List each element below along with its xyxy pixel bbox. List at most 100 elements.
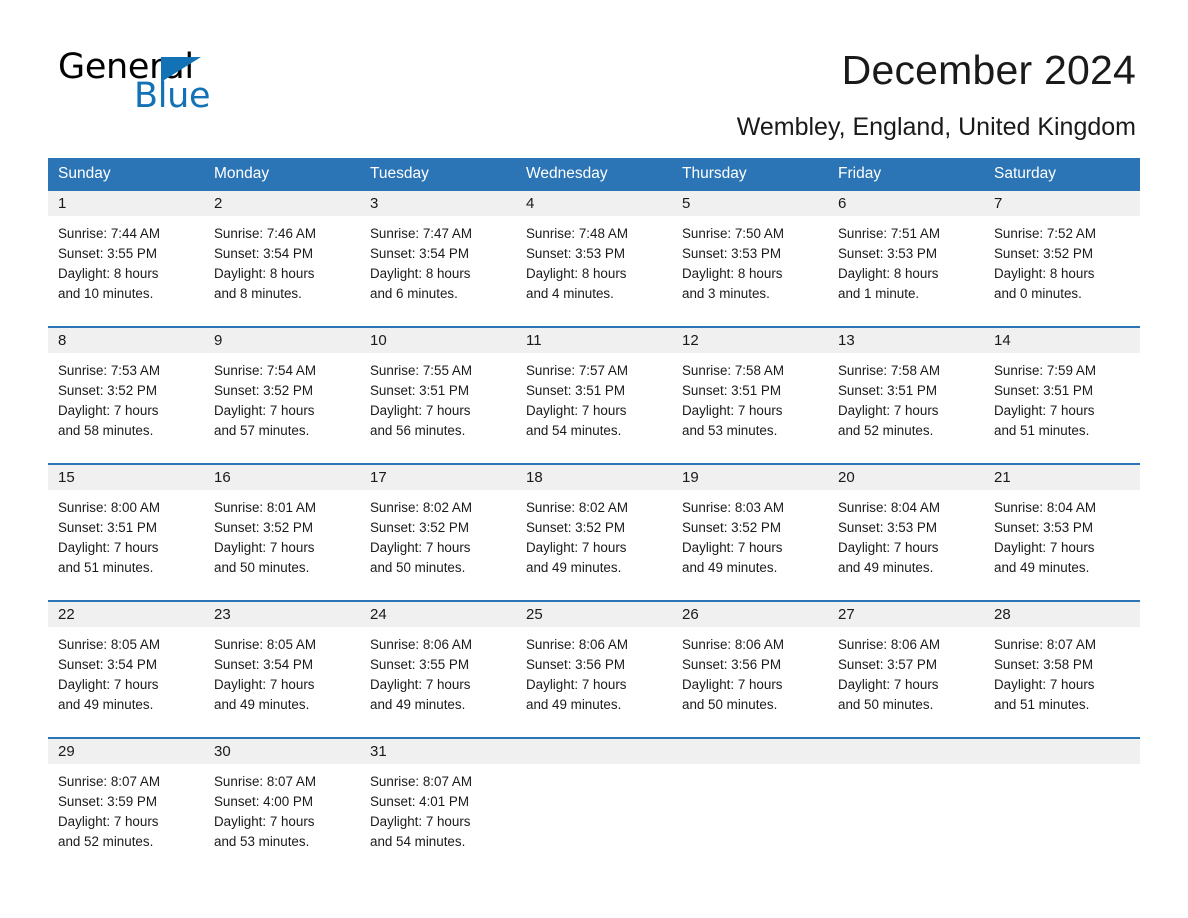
- sunrise-line: Sunrise: 8:06 AM: [838, 637, 940, 652]
- sunrise-line: Sunrise: 7:47 AM: [370, 226, 472, 241]
- day-cell[interactable]: Sunrise: 7:58 AM Sunset: 3:51 PM Dayligh…: [828, 353, 984, 463]
- day-number[interactable]: 6: [828, 191, 984, 216]
- weekday-saturday: Saturday: [994, 165, 1057, 182]
- day-cell[interactable]: Sunrise: 7:53 AM Sunset: 3:52 PM Dayligh…: [48, 353, 204, 463]
- day-cell[interactable]: Sunrise: 7:57 AM Sunset: 3:51 PM Dayligh…: [516, 353, 672, 463]
- day-cell[interactable]: Sunrise: 7:55 AM Sunset: 3:51 PM Dayligh…: [360, 353, 516, 463]
- daylight-line-1: Daylight: 7 hours: [214, 814, 315, 829]
- day-cell[interactable]: Sunrise: 8:02 AM Sunset: 3:52 PM Dayligh…: [516, 490, 672, 600]
- day-number[interactable]: 4: [516, 191, 672, 216]
- day-cell[interactable]: Sunrise: 7:52 AM Sunset: 3:52 PM Dayligh…: [984, 216, 1140, 326]
- day-number[interactable]: 8: [48, 328, 204, 353]
- day-number[interactable]: 13: [828, 328, 984, 353]
- day-cell[interactable]: Sunrise: 8:07 AM Sunset: 4:00 PM Dayligh…: [204, 764, 360, 876]
- day-number[interactable]: 11: [516, 328, 672, 353]
- day-number[interactable]: 15: [48, 465, 204, 490]
- daylight-line-2: and 58 minutes.: [58, 423, 154, 438]
- weekday-monday: Monday: [214, 165, 270, 182]
- day-cell[interactable]: Sunrise: 8:05 AM Sunset: 3:54 PM Dayligh…: [48, 627, 204, 737]
- day-cell[interactable]: Sunrise: 7:47 AM Sunset: 3:54 PM Dayligh…: [360, 216, 516, 326]
- daylight-line-1: Daylight: 7 hours: [682, 403, 783, 418]
- day-cell[interactable]: Sunrise: 8:05 AM Sunset: 3:54 PM Dayligh…: [204, 627, 360, 737]
- day-number[interactable]: 22: [48, 602, 204, 627]
- day-cell[interactable]: Sunrise: 8:04 AM Sunset: 3:53 PM Dayligh…: [984, 490, 1140, 600]
- day-cell[interactable]: Sunrise: 8:06 AM Sunset: 3:57 PM Dayligh…: [828, 627, 984, 737]
- daylight-line-2: and 6 minutes.: [370, 286, 458, 301]
- day-number[interactable]: 31: [360, 739, 516, 764]
- day-number[interactable]: 20: [828, 465, 984, 490]
- sunset-line: Sunset: 3:54 PM: [214, 657, 313, 672]
- day-cell[interactable]: Sunrise: 8:07 AM Sunset: 3:59 PM Dayligh…: [48, 764, 204, 876]
- day-number-empty: [828, 739, 984, 764]
- weekday-friday: Friday: [838, 165, 882, 182]
- daylight-line-2: and 49 minutes.: [526, 697, 622, 712]
- page-header: General Blue December 2024 Wembley, Engl…: [48, 0, 1140, 142]
- day-number[interactable]: 25: [516, 602, 672, 627]
- day-number[interactable]: 5: [672, 191, 828, 216]
- day-cell[interactable]: Sunrise: 8:06 AM Sunset: 3:56 PM Dayligh…: [516, 627, 672, 737]
- day-number[interactable]: 14: [984, 328, 1140, 353]
- day-cell-empty: [672, 764, 828, 876]
- day-number[interactable]: 30: [204, 739, 360, 764]
- daylight-line-1: Daylight: 8 hours: [682, 266, 783, 281]
- day-cell[interactable]: Sunrise: 7:48 AM Sunset: 3:53 PM Dayligh…: [516, 216, 672, 326]
- day-cell[interactable]: Sunrise: 8:07 AM Sunset: 3:58 PM Dayligh…: [984, 627, 1140, 737]
- sunset-line: Sunset: 3:51 PM: [526, 383, 625, 398]
- day-cell[interactable]: Sunrise: 8:02 AM Sunset: 3:52 PM Dayligh…: [360, 490, 516, 600]
- weekday-wednesday: Wednesday: [526, 165, 608, 182]
- page-subtitle: Wembley, England, United Kingdom: [736, 113, 1136, 141]
- day-number[interactable]: 18: [516, 465, 672, 490]
- day-cell[interactable]: Sunrise: 8:06 AM Sunset: 3:56 PM Dayligh…: [672, 627, 828, 737]
- day-number[interactable]: 29: [48, 739, 204, 764]
- daylight-line-2: and 50 minutes.: [838, 697, 934, 712]
- day-number[interactable]: 2: [204, 191, 360, 216]
- day-cell[interactable]: Sunrise: 8:04 AM Sunset: 3:53 PM Dayligh…: [828, 490, 984, 600]
- daylight-line-1: Daylight: 7 hours: [526, 403, 627, 418]
- sunset-line: Sunset: 3:53 PM: [994, 520, 1093, 535]
- day-cell[interactable]: Sunrise: 7:54 AM Sunset: 3:52 PM Dayligh…: [204, 353, 360, 463]
- day-cell[interactable]: Sunrise: 8:01 AM Sunset: 3:52 PM Dayligh…: [204, 490, 360, 600]
- day-number[interactable]: 21: [984, 465, 1140, 490]
- day-cell[interactable]: Sunrise: 8:00 AM Sunset: 3:51 PM Dayligh…: [48, 490, 204, 600]
- day-cell[interactable]: Sunrise: 8:03 AM Sunset: 3:52 PM Dayligh…: [672, 490, 828, 600]
- sunrise-line: Sunrise: 7:58 AM: [682, 363, 784, 378]
- daylight-line-2: and 57 minutes.: [214, 423, 310, 438]
- day-cell[interactable]: Sunrise: 7:51 AM Sunset: 3:53 PM Dayligh…: [828, 216, 984, 326]
- day-cell[interactable]: Sunrise: 7:59 AM Sunset: 3:51 PM Dayligh…: [984, 353, 1140, 463]
- day-cell[interactable]: Sunrise: 8:07 AM Sunset: 4:01 PM Dayligh…: [360, 764, 516, 876]
- day-number[interactable]: 23: [204, 602, 360, 627]
- day-number[interactable]: 12: [672, 328, 828, 353]
- day-number[interactable]: 1: [48, 191, 204, 216]
- day-cell[interactable]: Sunrise: 7:44 AM Sunset: 3:55 PM Dayligh…: [48, 216, 204, 326]
- sunrise-line: Sunrise: 8:01 AM: [214, 500, 316, 515]
- sunset-line: Sunset: 3:52 PM: [526, 520, 625, 535]
- day-number[interactable]: 10: [360, 328, 516, 353]
- day-cell[interactable]: Sunrise: 7:50 AM Sunset: 3:53 PM Dayligh…: [672, 216, 828, 326]
- day-number[interactable]: 27: [828, 602, 984, 627]
- day-number[interactable]: 26: [672, 602, 828, 627]
- day-number[interactable]: 16: [204, 465, 360, 490]
- daylight-line-1: Daylight: 8 hours: [214, 266, 315, 281]
- day-number[interactable]: 28: [984, 602, 1140, 627]
- sunrise-line: Sunrise: 7:50 AM: [682, 226, 784, 241]
- sunrise-line: Sunrise: 8:02 AM: [370, 500, 472, 515]
- daylight-line-2: and 1 minute.: [838, 286, 920, 301]
- day-cell[interactable]: Sunrise: 7:46 AM Sunset: 3:54 PM Dayligh…: [204, 216, 360, 326]
- day-number[interactable]: 7: [984, 191, 1140, 216]
- general-blue-logo[interactable]: General Blue: [58, 48, 328, 118]
- daylight-line-2: and 49 minutes.: [370, 697, 466, 712]
- day-number[interactable]: 24: [360, 602, 516, 627]
- daylight-line-1: Daylight: 7 hours: [838, 677, 939, 692]
- daylight-line-2: and 51 minutes.: [994, 423, 1090, 438]
- day-cell[interactable]: Sunrise: 8:06 AM Sunset: 3:55 PM Dayligh…: [360, 627, 516, 737]
- day-number[interactable]: 19: [672, 465, 828, 490]
- day-number[interactable]: 9: [204, 328, 360, 353]
- day-number[interactable]: 17: [360, 465, 516, 490]
- daylight-line-2: and 51 minutes.: [58, 560, 154, 575]
- daylight-line-2: and 3 minutes.: [682, 286, 770, 301]
- sunset-line: Sunset: 3:55 PM: [58, 246, 157, 261]
- day-cell[interactable]: Sunrise: 7:58 AM Sunset: 3:51 PM Dayligh…: [672, 353, 828, 463]
- sunrise-line: Sunrise: 7:51 AM: [838, 226, 940, 241]
- day-number[interactable]: 3: [360, 191, 516, 216]
- sunrise-line: Sunrise: 8:02 AM: [526, 500, 628, 515]
